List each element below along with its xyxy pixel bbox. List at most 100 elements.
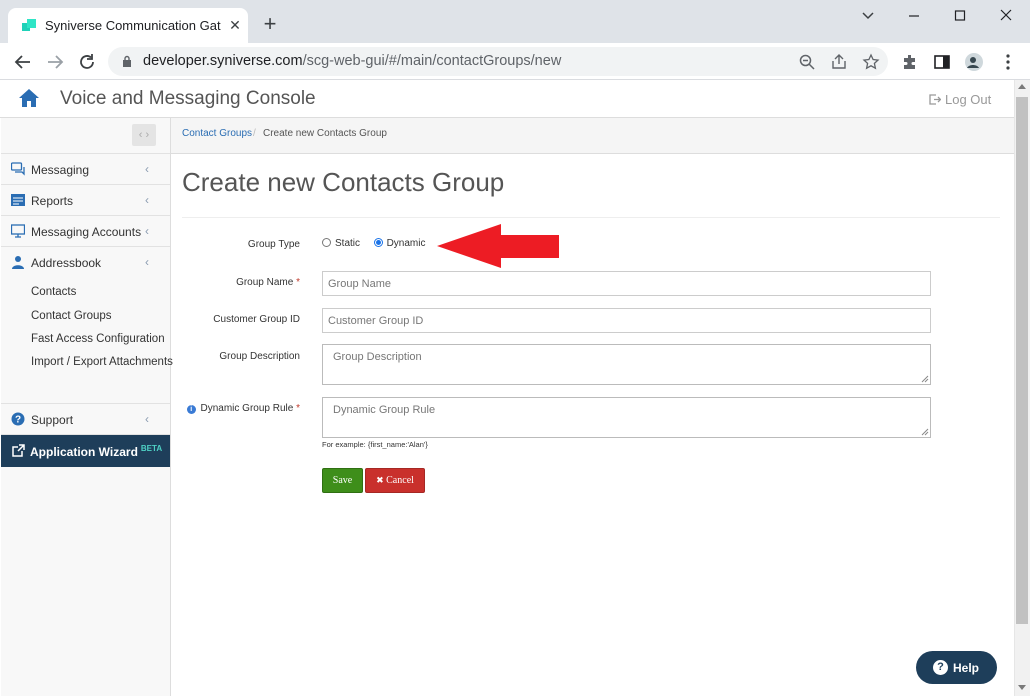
resize-grip-icon[interactable] (921, 375, 929, 383)
sidebar-item-application-wizard[interactable]: Application Wizard BETA (1, 435, 170, 467)
group-description-textarea[interactable]: Group Description (322, 344, 931, 385)
submenu-item-import-export[interactable]: Import / Export Attachments (31, 356, 173, 368)
sidebar-item-label: Reports (31, 194, 74, 208)
browser-tab-strip: Syniverse Communication Gateway ✕ + (0, 0, 1030, 43)
submenu-item-contact-groups[interactable]: Contact Groups (31, 310, 112, 322)
sidebar-item-reports[interactable]: Reports ‹ (1, 185, 170, 216)
sidebar-item-messaging[interactable]: Messaging ‹ (1, 154, 170, 185)
dynamic-radio-label[interactable]: Dynamic (387, 238, 426, 249)
app-title: Voice and Messaging Console (60, 88, 316, 109)
breadcrumb-contact-groups[interactable]: Contact Groups (182, 128, 252, 139)
required-marker: * (296, 403, 300, 414)
dynamic-radio[interactable] (373, 238, 383, 247)
svg-text:?: ? (15, 415, 21, 426)
profile-avatar-icon[interactable] (964, 52, 984, 72)
close-window-icon[interactable] (994, 6, 1018, 26)
bookmark-star-icon[interactable] (862, 53, 880, 71)
url-text[interactable]: developer.syniverse.com/scg-web-gui/#/ma… (143, 53, 561, 69)
sidebar-item-support[interactable]: ? Support ‹ (1, 404, 170, 435)
monitor-icon (11, 224, 25, 238)
chevron-left-icon: ‹ (145, 255, 149, 269)
extensions-icon[interactable] (900, 52, 920, 72)
dynamic-group-rule-placeholder: Dynamic Group Rule (333, 404, 436, 416)
close-tab-icon[interactable]: ✕ (227, 17, 243, 33)
external-link-icon (12, 444, 25, 457)
sidebar-item-addressbook[interactable]: Addressbook ‹ (1, 247, 170, 278)
browser-toolbar: developer.syniverse.com/scg-web-gui/#/ma… (0, 43, 1030, 80)
tab-search-icon[interactable] (856, 6, 880, 26)
help-button[interactable]: ? Help (916, 651, 997, 684)
scroll-down-icon[interactable] (1018, 685, 1026, 690)
logout-label: Log Out (945, 92, 992, 107)
group-type-label: Group Type (247, 239, 300, 250)
help-label: Help (953, 661, 980, 675)
resize-grip-icon[interactable] (921, 428, 929, 436)
new-tab-button[interactable]: + (260, 13, 280, 35)
reports-icon (11, 194, 25, 206)
sidebar-item-label: Messaging (31, 163, 90, 177)
page-scrollbar[interactable] (1014, 80, 1030, 696)
favicon-icon (22, 19, 36, 33)
tab-title: Syniverse Communication Gateway (45, 18, 221, 33)
required-marker: * (296, 277, 300, 288)
group-name-input[interactable]: Group Name (322, 271, 931, 296)
scroll-up-icon[interactable] (1018, 84, 1026, 89)
group-type-radio-group: Static Dynamic (322, 238, 425, 249)
zoom-icon[interactable] (798, 53, 816, 71)
chevron-left-icon: ‹ (145, 193, 149, 207)
chevron-left-icon: ‹ (145, 224, 149, 238)
group-name-label: Group Name * (236, 277, 300, 288)
maximize-icon[interactable] (948, 6, 972, 26)
group-description-placeholder: Group Description (333, 351, 422, 363)
customer-group-id-label: Customer Group ID (213, 314, 300, 325)
static-radio-label[interactable]: Static (335, 238, 360, 249)
browser-tab[interactable]: Syniverse Communication Gateway ✕ (8, 8, 248, 43)
red-arrow-annotation (437, 224, 559, 268)
addressbook-submenu: Contacts Contact Groups Fast Access Conf… (1, 278, 173, 404)
collapse-sidebar-button[interactable]: ‹ › (132, 124, 156, 146)
share-icon[interactable] (830, 53, 848, 71)
reload-icon[interactable] (76, 51, 98, 73)
page-title: Create new Contacts Group (182, 167, 505, 197)
title-divider (182, 217, 1000, 218)
sidebar-item-label: Support (31, 413, 74, 427)
app-header: Voice and Messaging Console Log Out (0, 80, 1014, 118)
side-panel-icon[interactable] (932, 52, 952, 72)
question-circle-icon: ? (11, 412, 25, 426)
minimize-icon[interactable] (902, 6, 926, 26)
sidebar-item-messaging-accounts[interactable]: Messaging Accounts ‹ (1, 216, 170, 247)
submenu-item-fast-access[interactable]: Fast Access Configuration (31, 333, 165, 345)
group-description-label: Group Description (219, 351, 300, 362)
scrollbar-thumb[interactable] (1016, 97, 1028, 624)
chat-bubbles-icon (11, 162, 25, 176)
cancel-button[interactable]: ✖ Cancel (365, 468, 425, 493)
forward-icon[interactable] (44, 51, 66, 73)
lock-icon[interactable] (122, 55, 132, 68)
chevron-left-icon: ‹ (145, 412, 149, 426)
wizard-label: Application Wizard (30, 445, 138, 459)
dynamic-group-rule-textarea[interactable]: Dynamic Group Rule (322, 397, 931, 438)
sidebar-item-label: Messaging Accounts (31, 225, 142, 239)
logout-link[interactable]: Log Out (928, 92, 991, 107)
back-icon[interactable] (12, 51, 34, 73)
address-bar[interactable]: developer.syniverse.com/scg-web-gui/#/ma… (108, 47, 888, 76)
save-button[interactable]: Save (322, 468, 363, 493)
static-radio[interactable] (322, 238, 331, 247)
home-icon[interactable] (18, 87, 40, 109)
breadcrumb-current: Create new Contacts Group (263, 128, 387, 139)
customer-group-id-input[interactable]: Customer Group ID (322, 308, 931, 333)
breadcrumb-separator: / (253, 128, 256, 139)
dynamic-group-rule-label: i Dynamic Group Rule * (186, 403, 300, 414)
submenu-item-contacts[interactable]: Contacts (31, 286, 76, 298)
beta-badge: BETA (140, 444, 163, 453)
breadcrumb: Contact Groups / Create new Contacts Gro… (171, 118, 1014, 154)
menu-kebab-icon[interactable] (998, 52, 1018, 72)
user-icon (12, 256, 24, 269)
info-icon[interactable]: i (186, 405, 196, 414)
times-icon: ✖ (376, 476, 384, 486)
chevron-left-icon: ‹ (145, 162, 149, 176)
logout-icon (929, 94, 942, 105)
sidebar-item-label: Addressbook (31, 256, 102, 270)
question-icon: ? (933, 660, 948, 675)
dynamic-rule-hint: For example: {first_name:'Alan'} (322, 440, 428, 449)
